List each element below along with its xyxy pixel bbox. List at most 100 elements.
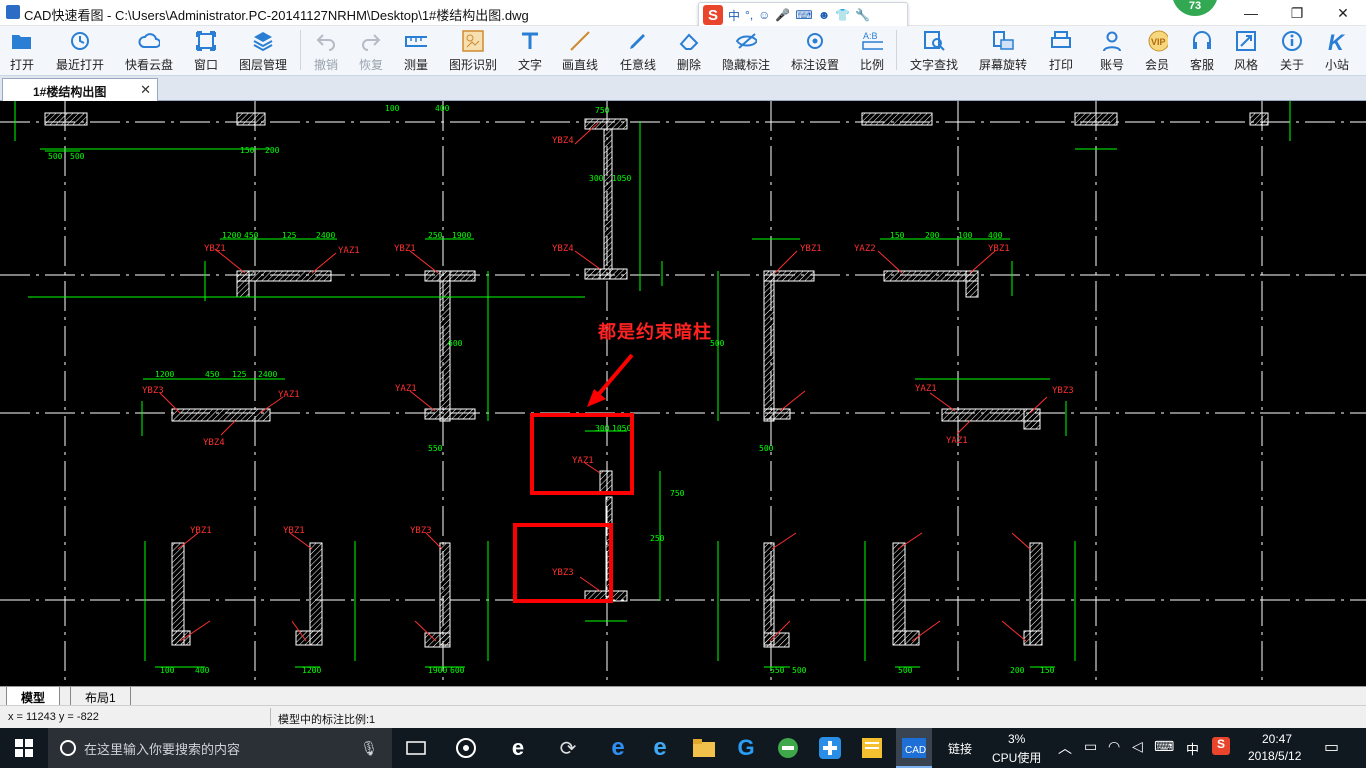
taskbar-search[interactable]: 在这里输入你要搜索的内容 🎙	[48, 728, 392, 768]
leader-line	[574, 250, 601, 270]
file-explorer-icon[interactable]	[692, 736, 716, 760]
toolbar-button-11[interactable]: 画直线	[550, 28, 610, 74]
toolbar-button-25[interactable]: K 小站	[1307, 28, 1366, 74]
toolbar-button-9[interactable]: 图形识别	[443, 28, 503, 74]
dimension-text: 150	[1040, 666, 1055, 675]
dimension-text: 200	[1010, 666, 1025, 675]
user-icon[interactable]: ☻	[818, 8, 831, 22]
g-app-icon[interactable]: G	[734, 735, 758, 760]
toolbar-button-label: 风格	[1233, 58, 1258, 72]
toolbar-button-label: 删除	[676, 58, 701, 72]
cpu-label: CPU使用	[992, 751, 1042, 765]
toolbar-separator	[300, 30, 301, 70]
toolbar-button-label: 小站	[1324, 58, 1349, 72]
document-tab[interactable]: 1#楼结构出图 ✕	[2, 78, 158, 101]
drawing-canvas[interactable]: YBZ4 YBZ4 YBZ1 YBZ1 YAZ1 YAZ1 YBZ3 YAZ2 YBZ1 YBZ1…	[0, 101, 1366, 686]
printer-icon	[1050, 30, 1072, 52]
start-button[interactable]	[0, 728, 48, 768]
cad-drawing[interactable]: YBZ4 YBZ4 YBZ1 YBZ1 YAZ1 YAZ1 YBZ3 YAZ2 YBZ1 YBZ1…	[0, 101, 1366, 686]
toolbar-button-label: 恢复	[358, 58, 383, 72]
network-link-label[interactable]: 链接	[948, 740, 972, 757]
leader-line	[311, 252, 337, 274]
toolbar-button-18[interactable]: 屏幕旋转	[973, 28, 1033, 74]
minimize-button[interactable]: —	[1228, 0, 1274, 26]
svg-text:A:B: A:B	[863, 31, 878, 41]
wifi-icon[interactable]: ◠	[1108, 738, 1120, 755]
text-icon	[519, 30, 541, 52]
dimension-text: 2400	[258, 370, 277, 379]
column-label: YAZ1	[338, 246, 360, 256]
browser-360-icon[interactable]	[776, 736, 800, 760]
toolbar-button-8[interactable]: 测量	[386, 28, 446, 74]
tab-model[interactable]: 模型	[6, 687, 61, 706]
ime-punct[interactable]: °,	[745, 8, 753, 22]
status-divider	[270, 708, 271, 726]
toolbar-button-5[interactable]: 图层管理	[233, 28, 293, 74]
toolbar-button-4[interactable]: 窗口	[176, 28, 236, 74]
keyboard-icon[interactable]: ⌨	[795, 8, 812, 22]
wrench-icon[interactable]: 🔧	[855, 8, 870, 22]
ie-edge-icon[interactable]: e	[506, 735, 530, 760]
ime-indicator[interactable]: 中	[1186, 739, 1199, 758]
rotate-screen-icon	[992, 30, 1014, 52]
battery-icon[interactable]: ▭	[1084, 738, 1097, 755]
plus-app-icon[interactable]	[818, 736, 842, 760]
swirl-app-icon[interactable]: ⟳	[556, 736, 580, 760]
eye-hide-icon	[735, 30, 757, 52]
wall-column	[171, 542, 185, 646]
dimension-text: 550	[428, 444, 443, 453]
close-button[interactable]: ✕	[1320, 0, 1366, 26]
dimension-text: 300	[595, 424, 610, 433]
keyboard-icon[interactable]: ⌨	[1154, 738, 1174, 755]
toolbar-button-label: 会员	[1144, 58, 1169, 72]
toolbar-button-3[interactable]: 快看云盘	[119, 28, 179, 74]
toolbar-button-17[interactable]: 文字查找	[904, 28, 964, 74]
cad-viewer-taskbar-icon[interactable]: CAD	[902, 736, 926, 760]
toolbar-button-14[interactable]: 隐藏标注	[716, 28, 776, 74]
score-badge[interactable]: 73	[1172, 0, 1218, 16]
internet-explorer-icon[interactable]: e	[648, 734, 672, 761]
ime-mode[interactable]: 中	[728, 7, 740, 24]
close-tab-icon[interactable]: ✕	[140, 82, 151, 98]
wall-column	[1023, 630, 1043, 646]
microphone-icon[interactable]: 🎙	[360, 740, 378, 757]
pinwheel-icon[interactable]	[454, 736, 478, 760]
emoji-icon[interactable]: ☺	[758, 8, 770, 22]
notepad-app-icon[interactable]	[860, 736, 884, 760]
microphone-icon[interactable]: 🎤	[775, 8, 790, 22]
tab-layout1[interactable]: 布局1	[70, 687, 131, 706]
wall-column	[861, 112, 933, 126]
ime-toolbar[interactable]: S 中 °, ☺ 🎤 ⌨ ☻ 👕 🔧	[698, 2, 908, 28]
toolbar-button-2[interactable]: 最近打开	[50, 28, 110, 74]
windows-logo-icon	[15, 739, 33, 757]
maximize-button[interactable]: ❐	[1274, 0, 1320, 26]
eraser-icon	[678, 30, 700, 52]
wall-column	[965, 270, 979, 298]
dimension-text: 1900	[428, 666, 447, 675]
toolbar-button-13[interactable]: 删除	[659, 28, 719, 74]
wall-column	[44, 112, 88, 126]
sogou-tray-icon[interactable]: S	[1212, 737, 1230, 755]
toolbar-button-15[interactable]: 标注设置	[785, 28, 845, 74]
chevron-up-icon[interactable]: ︿	[1058, 738, 1072, 758]
dimension-text: 100	[385, 104, 400, 113]
task-view-icon[interactable]	[404, 736, 428, 760]
dimension-text: 250	[650, 534, 665, 543]
toolbar-button-16[interactable]: A:B 比例	[842, 28, 902, 74]
document-tab-label: 1#楼结构出图	[33, 85, 107, 99]
dimension-text: 1050	[612, 424, 631, 433]
wall-column	[439, 542, 451, 646]
history-icon	[69, 30, 91, 52]
toolbar-button-1[interactable]: 打开	[0, 28, 52, 74]
edge-browser-icon[interactable]: e	[606, 734, 630, 761]
dimension-text: 300	[589, 174, 604, 183]
cursor-coordinates: x = 11243 y = -822	[8, 711, 99, 723]
redo-icon	[360, 30, 382, 52]
toolbar-button-label: 打印	[1048, 58, 1073, 72]
column-label: YAZ1	[572, 456, 594, 466]
volume-icon[interactable]: ◁	[1132, 738, 1143, 755]
dimension-text: 1200	[222, 231, 241, 240]
toolbar-button-label: 任意线	[619, 58, 656, 72]
shirt-icon[interactable]: 👕	[835, 8, 850, 22]
notification-icon[interactable]: ▭	[1324, 737, 1339, 757]
